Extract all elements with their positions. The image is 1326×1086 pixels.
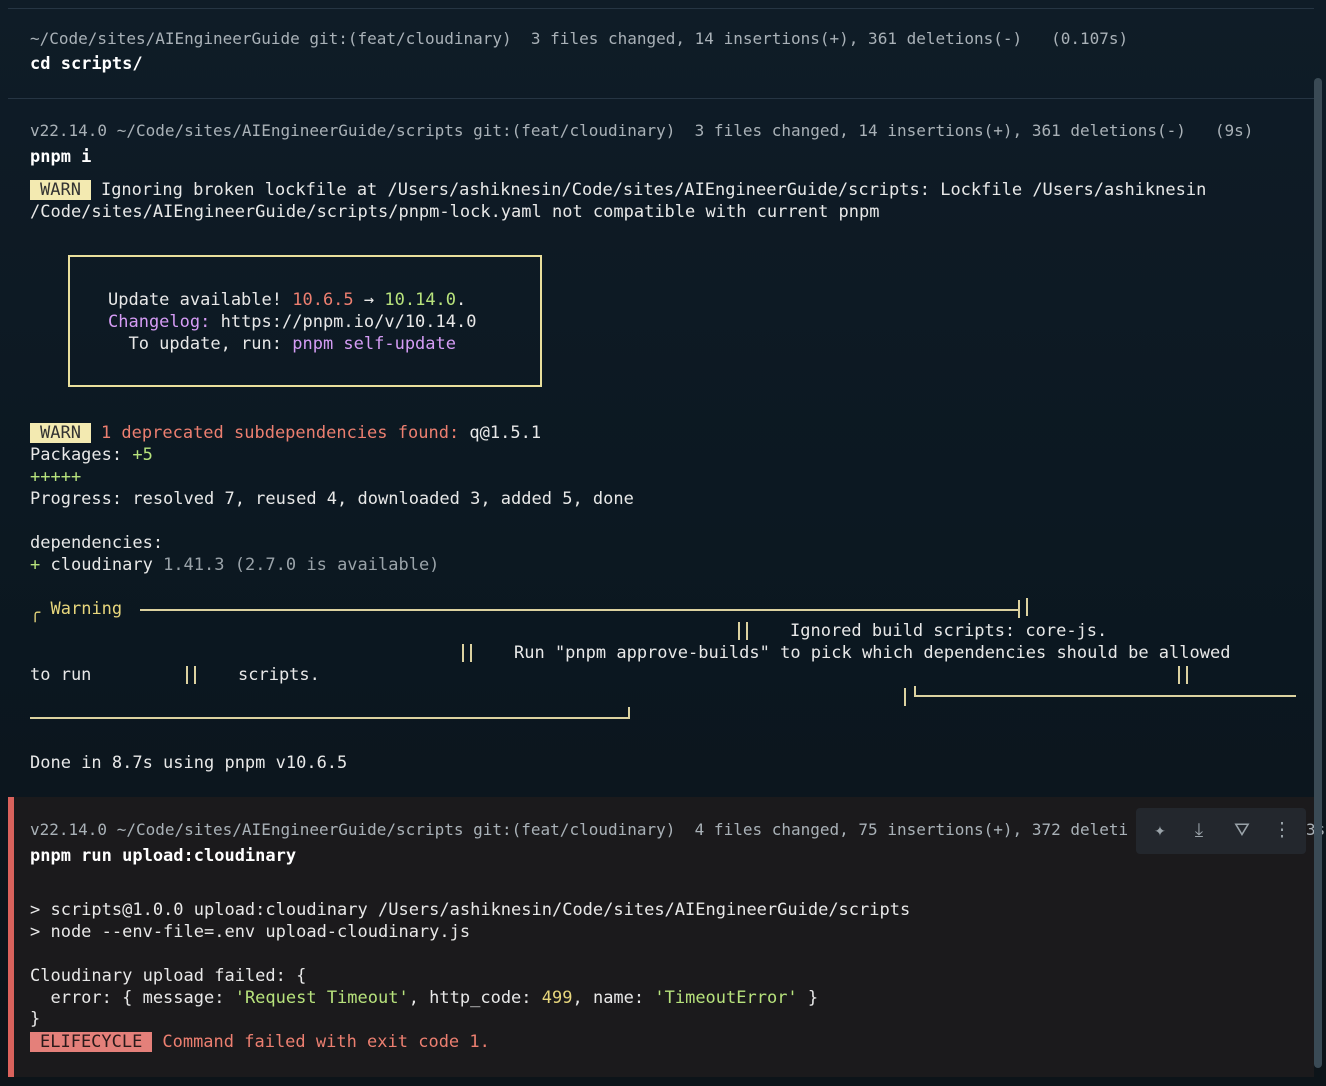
elifecycle-line: ELIFECYCLE Command failed with exit code … — [30, 1031, 490, 1053]
box-border — [194, 666, 196, 684]
box-border — [470, 644, 472, 662]
dependency-line: + cloudinary 1.41.3 (2.7.0 is available) — [30, 555, 440, 575]
box-border — [1186, 666, 1188, 684]
update-line: Update available! 10.6.5 → 10.14.0. — [108, 290, 467, 310]
warning-line-2: Run "pnpm approve-builds" to pick which … — [514, 643, 1231, 663]
box-border — [1018, 600, 1020, 618]
box-border-bottom — [914, 695, 1296, 697]
terminal-window: ~/Code/sites/AIEngineerGuide git:(feat/c… — [0, 0, 1326, 1086]
error-line-2: error: { message: 'Request Timeout', htt… — [30, 988, 819, 1008]
more-icon[interactable]: ⋮ — [1270, 818, 1294, 842]
box-border-bottom — [30, 717, 630, 719]
prompt-line: v22.14.0 ~/Code/sites/AIEngineerGuide/sc… — [30, 820, 1129, 839]
error-line-1: Cloudinary upload failed: { — [30, 966, 307, 986]
error-line-3: } — [30, 1009, 41, 1029]
box-border — [186, 666, 188, 684]
warning-line-1: Ignored build scripts: core-js. — [790, 621, 1108, 641]
command-text: cd scripts/ — [30, 54, 143, 74]
warn-line-lockfile-cont: /Code/sites/AIEngineerGuide/scripts/pnpm… — [30, 202, 880, 222]
command-block-pnpm-install[interactable]: v22.14.0 ~/Code/sites/AIEngineerGuide/sc… — [8, 100, 1314, 797]
output-line-1: > scripts@1.0.0 upload:cloudinary /Users… — [30, 900, 911, 920]
box-border — [904, 688, 906, 706]
box-border — [1178, 666, 1180, 684]
warn-line-deprecated: WARN 1 deprecated subdependencies found: … — [30, 422, 541, 444]
update-run-line: To update, run: pnpm self-update — [108, 334, 456, 354]
dependencies-label: dependencies: — [30, 533, 164, 553]
warn-badge: WARN — [30, 423, 91, 443]
prompt-line: v22.14.0 ~/Code/sites/AIEngineerGuide/sc… — [30, 121, 1254, 140]
block-toolbar: ✦ ⤓ ⛛ ⋮ — [1136, 808, 1306, 854]
command-text: pnpm i — [30, 147, 92, 167]
warning-line-3b: scripts. — [238, 665, 320, 685]
box-border — [462, 644, 464, 662]
done-line: Done in 8.7s using pnpm v10.6.5 — [30, 753, 348, 773]
plus-bar: +++++ — [30, 467, 82, 487]
pin-icon[interactable]: ✦ — [1148, 818, 1172, 842]
box-border — [746, 622, 748, 640]
elifecycle-badge: ELIFECYCLE — [30, 1032, 153, 1052]
output-line-2: > node --env-file=.env upload-cloudinary… — [30, 922, 471, 942]
command-block-cd[interactable]: ~/Code/sites/AIEngineerGuide git:(feat/c… — [8, 8, 1314, 99]
changelog-link[interactable]: https://pnpm.io/v/10.14.0 — [210, 312, 477, 332]
box-border — [628, 707, 630, 719]
box-border — [1026, 598, 1028, 616]
warn-line-lockfile: WARN Ignoring broken lockfile at /Users/a… — [30, 179, 1206, 201]
warning-line-3a: to run — [30, 665, 92, 685]
scrollbar[interactable] — [1314, 78, 1322, 1068]
command-text: pnpm run upload:cloudinary — [30, 846, 297, 866]
box-border — [738, 622, 740, 640]
filter-icon[interactable]: ⛛ — [1230, 818, 1254, 842]
command-block-upload[interactable]: v22.14.0 ~/Code/sites/AIEngineerGuide/sc… — [8, 797, 1314, 1077]
changelog-line: Changelog: https://pnpm.io/v/10.14.0 — [108, 312, 477, 332]
warn-badge: WARN — [30, 180, 91, 200]
update-available-box: Update available! 10.6.5 → 10.14.0. Chan… — [68, 255, 542, 387]
progress-line: Progress: resolved 7, reused 4, download… — [30, 489, 634, 509]
prompt-line: ~/Code/sites/AIEngineerGuide git:(feat/c… — [30, 29, 1129, 48]
download-icon[interactable]: ⤓ — [1187, 818, 1211, 842]
warning-title: ╭ Warning — [30, 599, 123, 623]
box-border-top — [140, 609, 1018, 611]
packages-line: Packages: +5 — [30, 445, 153, 465]
